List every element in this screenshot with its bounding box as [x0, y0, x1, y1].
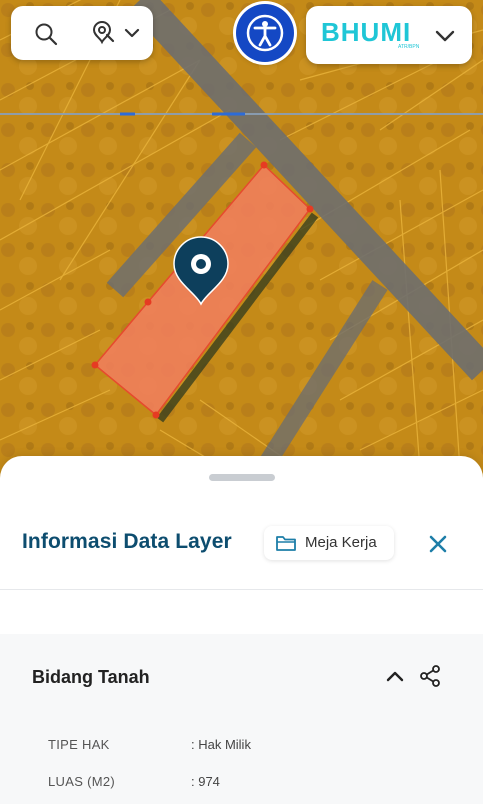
bhumi-logo: BHUMI	[321, 17, 412, 47]
page-title: Informasi Data Layer	[22, 530, 232, 553]
folder-icon	[276, 536, 296, 551]
drag-handle[interactable]	[209, 474, 275, 481]
chevron-down-icon	[435, 30, 455, 42]
accessibility-icon	[246, 14, 284, 52]
meja-kerja-label: Meja Kerja	[305, 534, 377, 551]
chevron-up-icon[interactable]	[384, 666, 406, 688]
map-view[interactable]: BHUMI ATR/BPN	[0, 0, 483, 490]
app-switcher[interactable]: BHUMI ATR/BPN	[306, 6, 472, 64]
info-label: LUAS (M2)	[48, 774, 115, 789]
bidang-tanah-section: Bidang Tanah TIPE HAK : Hak Milik LUAS (…	[0, 634, 483, 804]
info-value: : 974	[191, 774, 220, 789]
close-icon[interactable]	[424, 530, 452, 558]
search-icon[interactable]	[34, 22, 58, 46]
bottom-sheet: Informasi Data Layer Meja Kerja Bidang T…	[0, 456, 483, 804]
chevron-down-icon[interactable]	[123, 26, 141, 40]
map-search-bar	[11, 6, 153, 60]
bhumi-logo-subtext: ATR/BPN	[398, 44, 420, 50]
meja-kerja-button[interactable]: Meja Kerja	[264, 526, 394, 560]
accessibility-button[interactable]	[236, 4, 294, 62]
satellite-map[interactable]	[0, 0, 483, 490]
divider	[0, 589, 483, 590]
share-icon[interactable]	[418, 664, 442, 688]
info-value: : Hak Milik	[191, 737, 251, 752]
section-title: Bidang Tanah	[32, 667, 150, 687]
info-label: TIPE HAK	[48, 737, 110, 752]
location-search-icon[interactable]	[91, 20, 117, 46]
